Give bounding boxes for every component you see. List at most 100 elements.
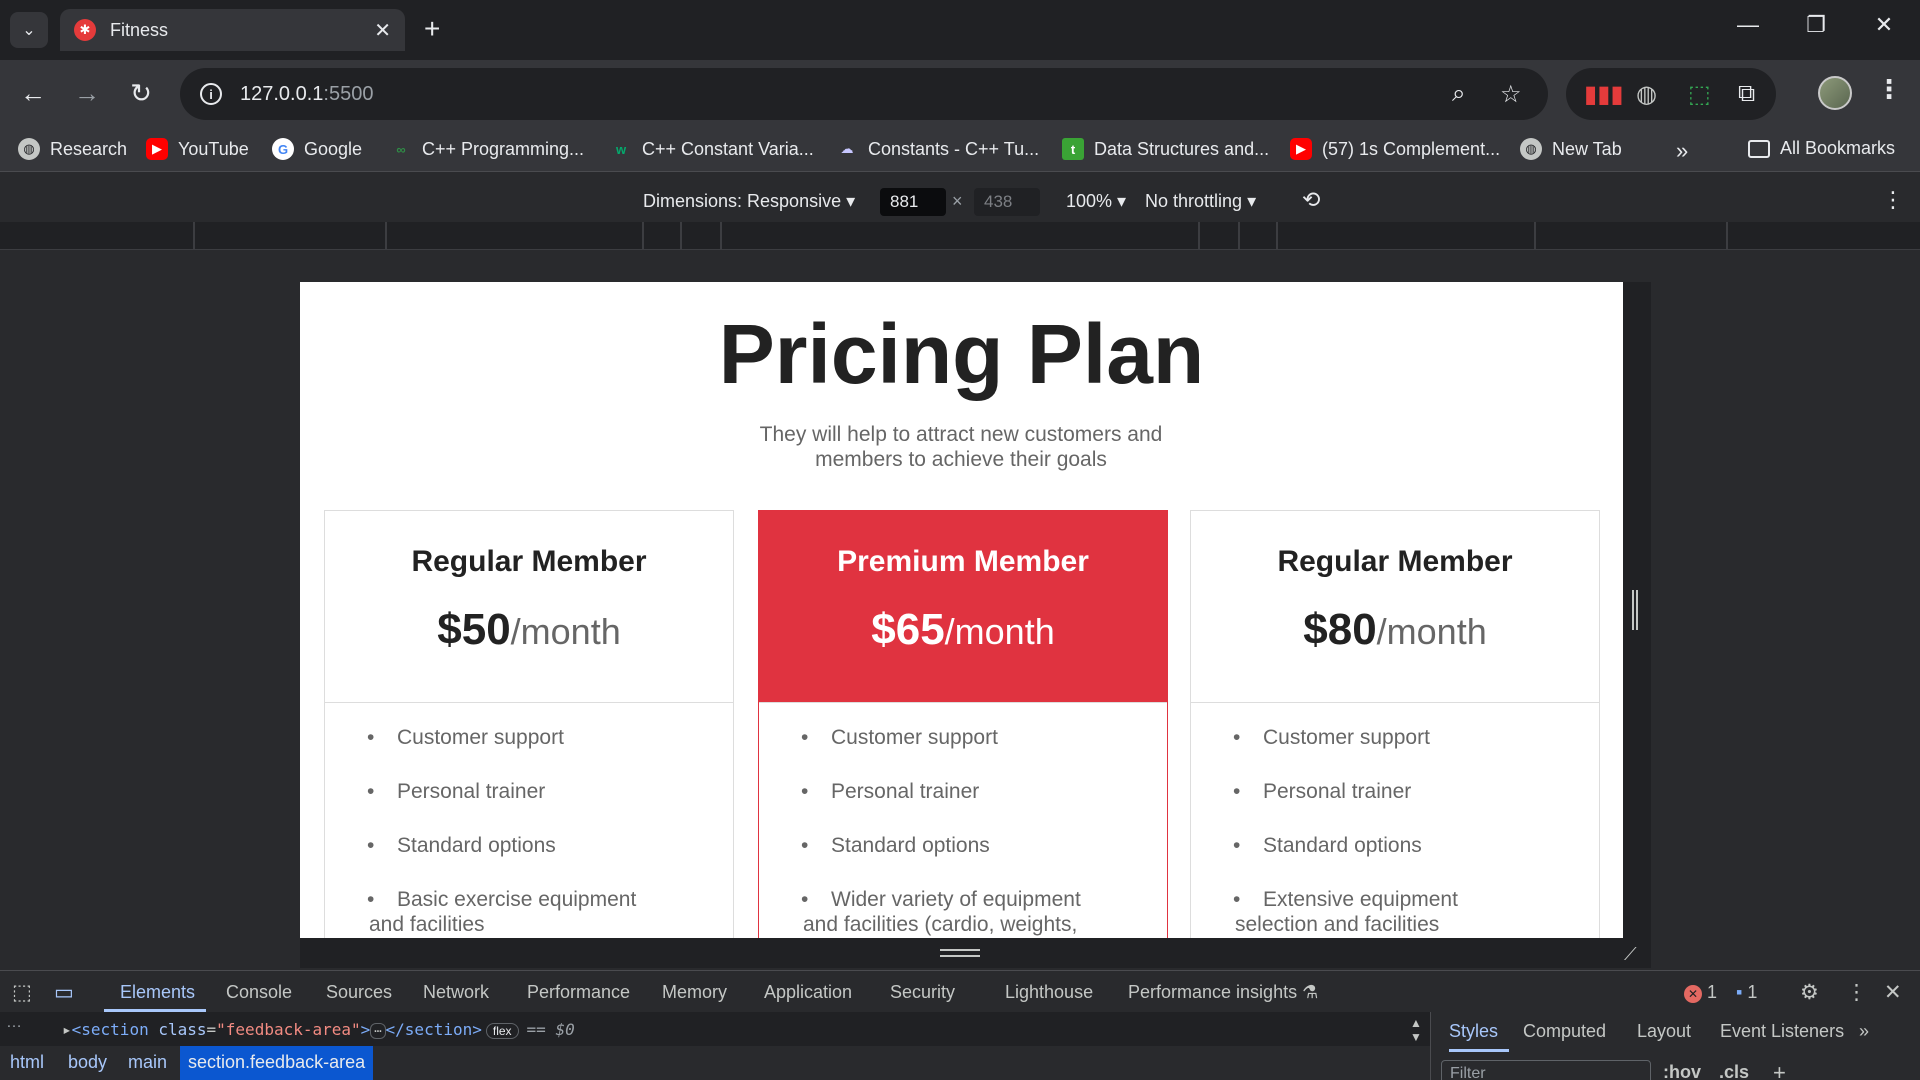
bookmark-label: C++ Programming... [422, 138, 585, 159]
rotate-icon[interactable]: ⟲ [1302, 187, 1320, 213]
w3-icon: w [615, 141, 627, 157]
corner-resize-icon[interactable]: ⟋ [1624, 944, 1637, 965]
scroll-arrows-icon[interactable]: ▲ ▼ [1410, 1016, 1422, 1044]
viewport-width-input[interactable]: 881 [880, 188, 946, 216]
breadcrumb-section[interactable]: section.feedback-area [180, 1046, 374, 1080]
styles-filter-input[interactable]: Filter [1441, 1060, 1651, 1080]
address-bar[interactable]: i 127.0.0.1:5500 ⌕ ☆ [180, 68, 1548, 120]
globe-extension-icon[interactable]: ◍ [1636, 80, 1657, 109]
site-info-icon[interactable]: i [200, 83, 222, 105]
add-rule-icon[interactable]: + [1773, 1060, 1786, 1080]
close-window-icon[interactable]: ✕ [1864, 12, 1904, 38]
feature-item: Standard options [367, 833, 733, 887]
bookmark-label: Constants - C++ Tu... [868, 138, 1040, 159]
bookmark-item[interactable]: t Data Structures and... [1062, 138, 1269, 160]
tab-memory[interactable]: Memory [662, 982, 727, 1003]
devtools-menu-icon[interactable]: ⋮ [1846, 980, 1867, 1005]
viewport-height-input[interactable]: 438 [974, 188, 1040, 216]
tab-computed[interactable]: Computed [1523, 1021, 1606, 1042]
tutorial-icon: t [1062, 138, 1084, 160]
tab-event-listeners[interactable]: Event Listeners [1720, 1021, 1844, 1042]
feature-item: Personal trainer [367, 779, 733, 833]
flex-badge[interactable]: flex [485, 1023, 519, 1039]
screenshot-extension-icon[interactable]: ⬚ [1688, 80, 1711, 109]
message-counter[interactable]: ▪ 1 [1736, 982, 1757, 1003]
audio-extension-icon[interactable]: ▮▮▮ [1584, 80, 1624, 109]
restore-icon[interactable]: ❐ [1796, 12, 1836, 38]
device-toggle-icon[interactable]: ▭ [54, 980, 74, 1005]
url-port: :5500 [323, 82, 374, 105]
hov-toggle[interactable]: :hov [1663, 1062, 1701, 1080]
error-icon: ✕ [1684, 985, 1702, 1003]
bookmark-item[interactable]: w C++ Constant Varia... [610, 138, 814, 160]
expand-triangle-icon: ▸ [62, 1020, 72, 1039]
pricing-card-regular: Regular Member $50/month Customer suppor… [324, 510, 734, 938]
error-counter[interactable]: ✕ 1 [1684, 982, 1717, 1003]
bookmark-item[interactable]: ◍ New Tab [1520, 138, 1622, 160]
bookmark-item[interactable]: ▶ YouTube [146, 138, 249, 160]
tab-console[interactable]: Console [226, 982, 292, 1003]
tab-layout[interactable]: Layout [1637, 1021, 1691, 1042]
plan-price: $80/month [1303, 605, 1487, 654]
feature-item: Extensive equipmentselection and facilit… [1233, 887, 1599, 938]
more-bookmarks-icon[interactable]: » [1676, 138, 1688, 164]
more-tabs-icon[interactable]: » [1859, 1021, 1869, 1042]
bookmark-item[interactable]: ▶ (57) 1s Complement... [1290, 138, 1500, 160]
bookmark-item[interactable]: ◍ Research [18, 138, 127, 160]
inspect-element-icon[interactable]: ⬚ [12, 980, 32, 1005]
globe-icon: ◍ [1520, 138, 1542, 160]
page-title: Pricing Plan [718, 307, 1205, 401]
dom-tree-line[interactable]: ▸<section class="feedback-area"> ⋯ </secti… [62, 1020, 575, 1039]
tab-sources[interactable]: Sources [326, 982, 392, 1003]
bookmark-label: Research [50, 138, 128, 159]
close-devtools-icon[interactable]: ✕ [1884, 980, 1902, 1005]
throttling-select[interactable]: No throttling ▾ [1145, 191, 1256, 212]
new-tab-button[interactable]: + [424, 13, 440, 45]
tab-styles[interactable]: Styles [1449, 1021, 1498, 1042]
device-toolbar-menu-icon[interactable]: ⋮ [1882, 187, 1904, 213]
width-resize-handle-icon[interactable] [1632, 590, 1638, 630]
close-tab-icon[interactable]: ✕ [374, 18, 391, 43]
feature-item: Wider variety of equipmentand facilities… [801, 887, 1167, 938]
page-subtitle: They will help to attract new customers … [759, 423, 1163, 472]
extensions-puzzle-icon[interactable]: ⧉ [1738, 80, 1755, 108]
tab-network[interactable]: Network [423, 982, 489, 1003]
tab-security[interactable]: Security [890, 982, 955, 1003]
card-header: Premium Member $65/month [759, 511, 1167, 703]
settings-gear-icon[interactable]: ⚙ [1800, 980, 1819, 1005]
dimensions-select[interactable]: Dimensions: Responsive ▾ [643, 191, 855, 212]
tab-application[interactable]: Application [764, 982, 852, 1003]
flask-icon: ⚗ [1302, 982, 1319, 1002]
google-icon: G [272, 138, 294, 160]
cls-toggle[interactable]: .cls [1719, 1062, 1749, 1080]
bookmark-item[interactable]: ☁ Constants - C++ Tu... [836, 138, 1040, 160]
bookmark-item[interactable]: ∞ C++ Programming... [390, 138, 584, 160]
browser-menu-icon[interactable]: ⋮ [1876, 74, 1902, 105]
forward-arrow-icon[interactable]: → [70, 78, 104, 109]
tab-performance[interactable]: Performance [527, 982, 630, 1003]
tab-elements[interactable]: Elements [120, 982, 195, 1003]
breadcrumb-body[interactable]: body [68, 1052, 107, 1073]
reload-icon[interactable]: ↻ [124, 78, 158, 109]
cplusplus-icon: ☁ [840, 141, 854, 156]
tab-title: Fitness [110, 19, 169, 40]
profile-avatar[interactable] [1818, 76, 1852, 110]
bookmark-star-icon[interactable]: ☆ [1500, 80, 1522, 109]
height-resize-handle-icon[interactable] [940, 949, 980, 957]
breadcrumb-html[interactable]: html [10, 1052, 44, 1073]
media-query-ruler [0, 222, 1920, 250]
bookmark-item[interactable]: G Google [272, 138, 362, 160]
feature-item: Basic exercise equipmentand facilities [367, 887, 733, 938]
folder-icon [1748, 139, 1770, 158]
all-bookmarks-button[interactable]: All Bookmarks [1748, 138, 1895, 159]
breadcrumb-main[interactable]: main [128, 1052, 167, 1073]
more-icon[interactable]: … [6, 1014, 22, 1032]
tab-lighthouse[interactable]: Lighthouse [1005, 982, 1093, 1003]
back-arrow-icon[interactable]: ← [16, 78, 50, 109]
tab-search-button[interactable]: ⌄ [10, 12, 48, 48]
tab-performance-insights[interactable]: Performance insights ⚗ [1128, 982, 1318, 1003]
zoom-select[interactable]: 100% ▾ [1066, 191, 1126, 212]
browser-tab[interactable]: ✱ Fitness ✕ [60, 9, 405, 51]
minimize-icon[interactable]: — [1728, 12, 1768, 38]
zoom-icon[interactable]: ⌕ [1452, 80, 1465, 108]
